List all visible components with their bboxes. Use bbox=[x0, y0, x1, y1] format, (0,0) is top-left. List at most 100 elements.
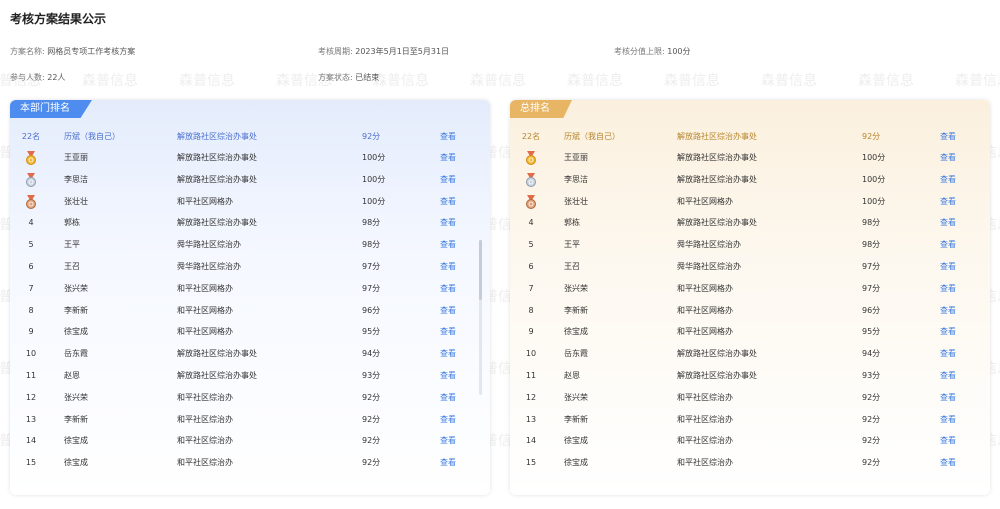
view-link[interactable]: 查看 bbox=[940, 257, 956, 277]
view-link[interactable]: 查看 bbox=[440, 366, 456, 386]
my-rank: 22名 bbox=[521, 132, 541, 141]
view-link[interactable]: 查看 bbox=[440, 257, 456, 277]
view-link[interactable]: 查看 bbox=[940, 235, 956, 255]
bronze-medal-icon bbox=[525, 194, 537, 209]
ranking-row: 11 赵恩 解放路社区综治办事处 93分 查看 bbox=[10, 366, 490, 386]
view-link[interactable]: 查看 bbox=[940, 410, 956, 430]
view-link[interactable]: 查看 bbox=[440, 127, 456, 147]
view-link[interactable]: 查看 bbox=[940, 431, 956, 451]
member-name: 张壮壮 bbox=[64, 196, 88, 206]
view-link[interactable]: 查看 bbox=[940, 301, 956, 321]
ranking-row: 张壮壮 和平社区网格办 100分 查看 bbox=[10, 192, 490, 212]
view-link[interactable]: 查看 bbox=[440, 322, 456, 342]
view-link[interactable]: 查看 bbox=[940, 279, 956, 299]
ranking-row: 王亚丽 解放路社区综治办事处 100分 查看 bbox=[10, 148, 490, 168]
my-org: 解放路社区综治办事处 bbox=[677, 132, 757, 141]
member-name: 李思洁 bbox=[564, 174, 588, 184]
silver-medal-icon bbox=[25, 172, 37, 187]
member-org: 和平社区网格办 bbox=[177, 305, 233, 315]
view-link[interactable]: 查看 bbox=[440, 148, 456, 168]
scrollbar[interactable] bbox=[479, 240, 482, 395]
view-link[interactable]: 查看 bbox=[940, 192, 956, 212]
view-link[interactable]: 查看 bbox=[440, 301, 456, 321]
watermark: 森普信息 bbox=[179, 73, 235, 89]
view-link[interactable]: 查看 bbox=[940, 366, 956, 386]
view-link[interactable]: 查看 bbox=[940, 213, 956, 233]
member-org: 解放路社区综治办事处 bbox=[177, 371, 257, 380]
scrollbar-thumb[interactable] bbox=[479, 240, 482, 300]
member-org: 和平社区网格办 bbox=[677, 305, 733, 315]
plan-name-label: 方案名称: bbox=[10, 47, 45, 56]
view-link[interactable]: 查看 bbox=[440, 213, 456, 233]
my-rank-row: 22名 历斌（我自己） 解放路社区综治办事处 92分 查看 bbox=[10, 127, 490, 147]
member-name: 岳东霞 bbox=[564, 349, 588, 359]
rank-number: 15 bbox=[25, 458, 37, 468]
member-org: 和平社区综治办 bbox=[677, 414, 733, 424]
my-score: 92分 bbox=[362, 132, 381, 141]
ranking-row: 4 郭栋 解放路社区综治办事处 98分 查看 bbox=[510, 213, 990, 233]
member-name: 徐宝成 bbox=[64, 436, 88, 446]
view-link[interactable]: 查看 bbox=[940, 344, 956, 364]
member-score: 100分 bbox=[362, 196, 386, 206]
dept-ranking-panel: 本部门排名 22名 历斌（我自己） 解放路社区综治办事处 92分 查看 王亚丽解… bbox=[10, 100, 490, 495]
dept-ranking-title: 本部门排名 bbox=[10, 100, 92, 118]
view-link[interactable]: 查看 bbox=[440, 410, 456, 430]
ranking-row: 张壮壮 和平社区网格办 100分 查看 bbox=[510, 192, 990, 212]
view-link[interactable]: 查看 bbox=[440, 344, 456, 364]
member-name: 李新新 bbox=[564, 305, 588, 315]
member-score: 92分 bbox=[362, 414, 381, 424]
view-link[interactable]: 查看 bbox=[440, 279, 456, 299]
view-link[interactable]: 查看 bbox=[440, 431, 456, 451]
view-link[interactable]: 查看 bbox=[440, 192, 456, 212]
status-info: 方案状态: 已结束 bbox=[318, 72, 379, 83]
member-name: 王平 bbox=[564, 240, 580, 250]
ranking-row: 14 徐宝成 和平社区综治办 92分 查看 bbox=[10, 431, 490, 451]
view-link[interactable]: 查看 bbox=[940, 453, 956, 473]
member-org: 解放路社区综治办事处 bbox=[677, 153, 757, 162]
member-name: 王召 bbox=[64, 262, 80, 271]
member-name: 徐宝成 bbox=[564, 458, 588, 468]
ranking-row: 8 李新新 和平社区网格办 96分 查看 bbox=[10, 301, 490, 321]
view-link[interactable]: 查看 bbox=[940, 322, 956, 342]
member-name: 李思洁 bbox=[64, 174, 88, 184]
ranking-row: 15 徐宝成 和平社区综治办 92分 查看 bbox=[10, 453, 490, 473]
view-link[interactable]: 查看 bbox=[440, 235, 456, 255]
watermark: 森普信息 bbox=[567, 73, 623, 89]
rank-number: 13 bbox=[25, 414, 37, 424]
view-link[interactable]: 查看 bbox=[940, 127, 956, 147]
view-link[interactable]: 查看 bbox=[940, 388, 956, 408]
view-link[interactable]: 查看 bbox=[440, 388, 456, 408]
ranking-row: 9 徐宝成 和平社区网格办 95分 查看 bbox=[510, 322, 990, 342]
member-score: 95分 bbox=[362, 327, 381, 337]
my-score: 92分 bbox=[862, 132, 881, 141]
my-rank: 22名 bbox=[21, 132, 41, 141]
view-link[interactable]: 查看 bbox=[440, 453, 456, 473]
view-link[interactable]: 查看 bbox=[940, 170, 956, 190]
member-name: 徐宝成 bbox=[64, 458, 88, 468]
period-label: 考核周期: bbox=[318, 47, 353, 56]
page-title: 考核方案结果公示 bbox=[10, 12, 107, 26]
member-score: 96分 bbox=[362, 305, 381, 315]
ranking-row: 李思洁 解放路社区综治办事处 100分 查看 bbox=[10, 170, 490, 190]
ranking-row: 5 王平 舜华路社区综治办 98分 查看 bbox=[510, 235, 990, 255]
member-org: 和平社区网格办 bbox=[677, 327, 733, 337]
score-cap-label: 考核分值上限: bbox=[614, 47, 665, 56]
rank-number: 4 bbox=[528, 218, 534, 228]
view-link[interactable]: 查看 bbox=[440, 170, 456, 190]
rank-number: 7 bbox=[528, 283, 534, 293]
member-score: 100分 bbox=[362, 153, 386, 162]
plan-name-value: 网格员专项工作考核方案 bbox=[47, 47, 136, 56]
gold-medal-icon bbox=[25, 151, 37, 165]
member-score: 97分 bbox=[862, 262, 881, 271]
rank-number: 14 bbox=[525, 436, 537, 446]
watermark: 森普信息 bbox=[373, 73, 429, 89]
rank-number: 5 bbox=[28, 240, 34, 250]
member-score: 94分 bbox=[362, 349, 381, 359]
rank-number: 8 bbox=[28, 305, 34, 315]
rank-number: 15 bbox=[525, 458, 537, 468]
member-score: 100分 bbox=[862, 196, 886, 206]
member-name: 郭栋 bbox=[564, 218, 580, 228]
view-link[interactable]: 查看 bbox=[940, 148, 956, 168]
watermark: 森普信息 bbox=[761, 73, 817, 89]
watermark: 森普信息 bbox=[664, 73, 720, 89]
